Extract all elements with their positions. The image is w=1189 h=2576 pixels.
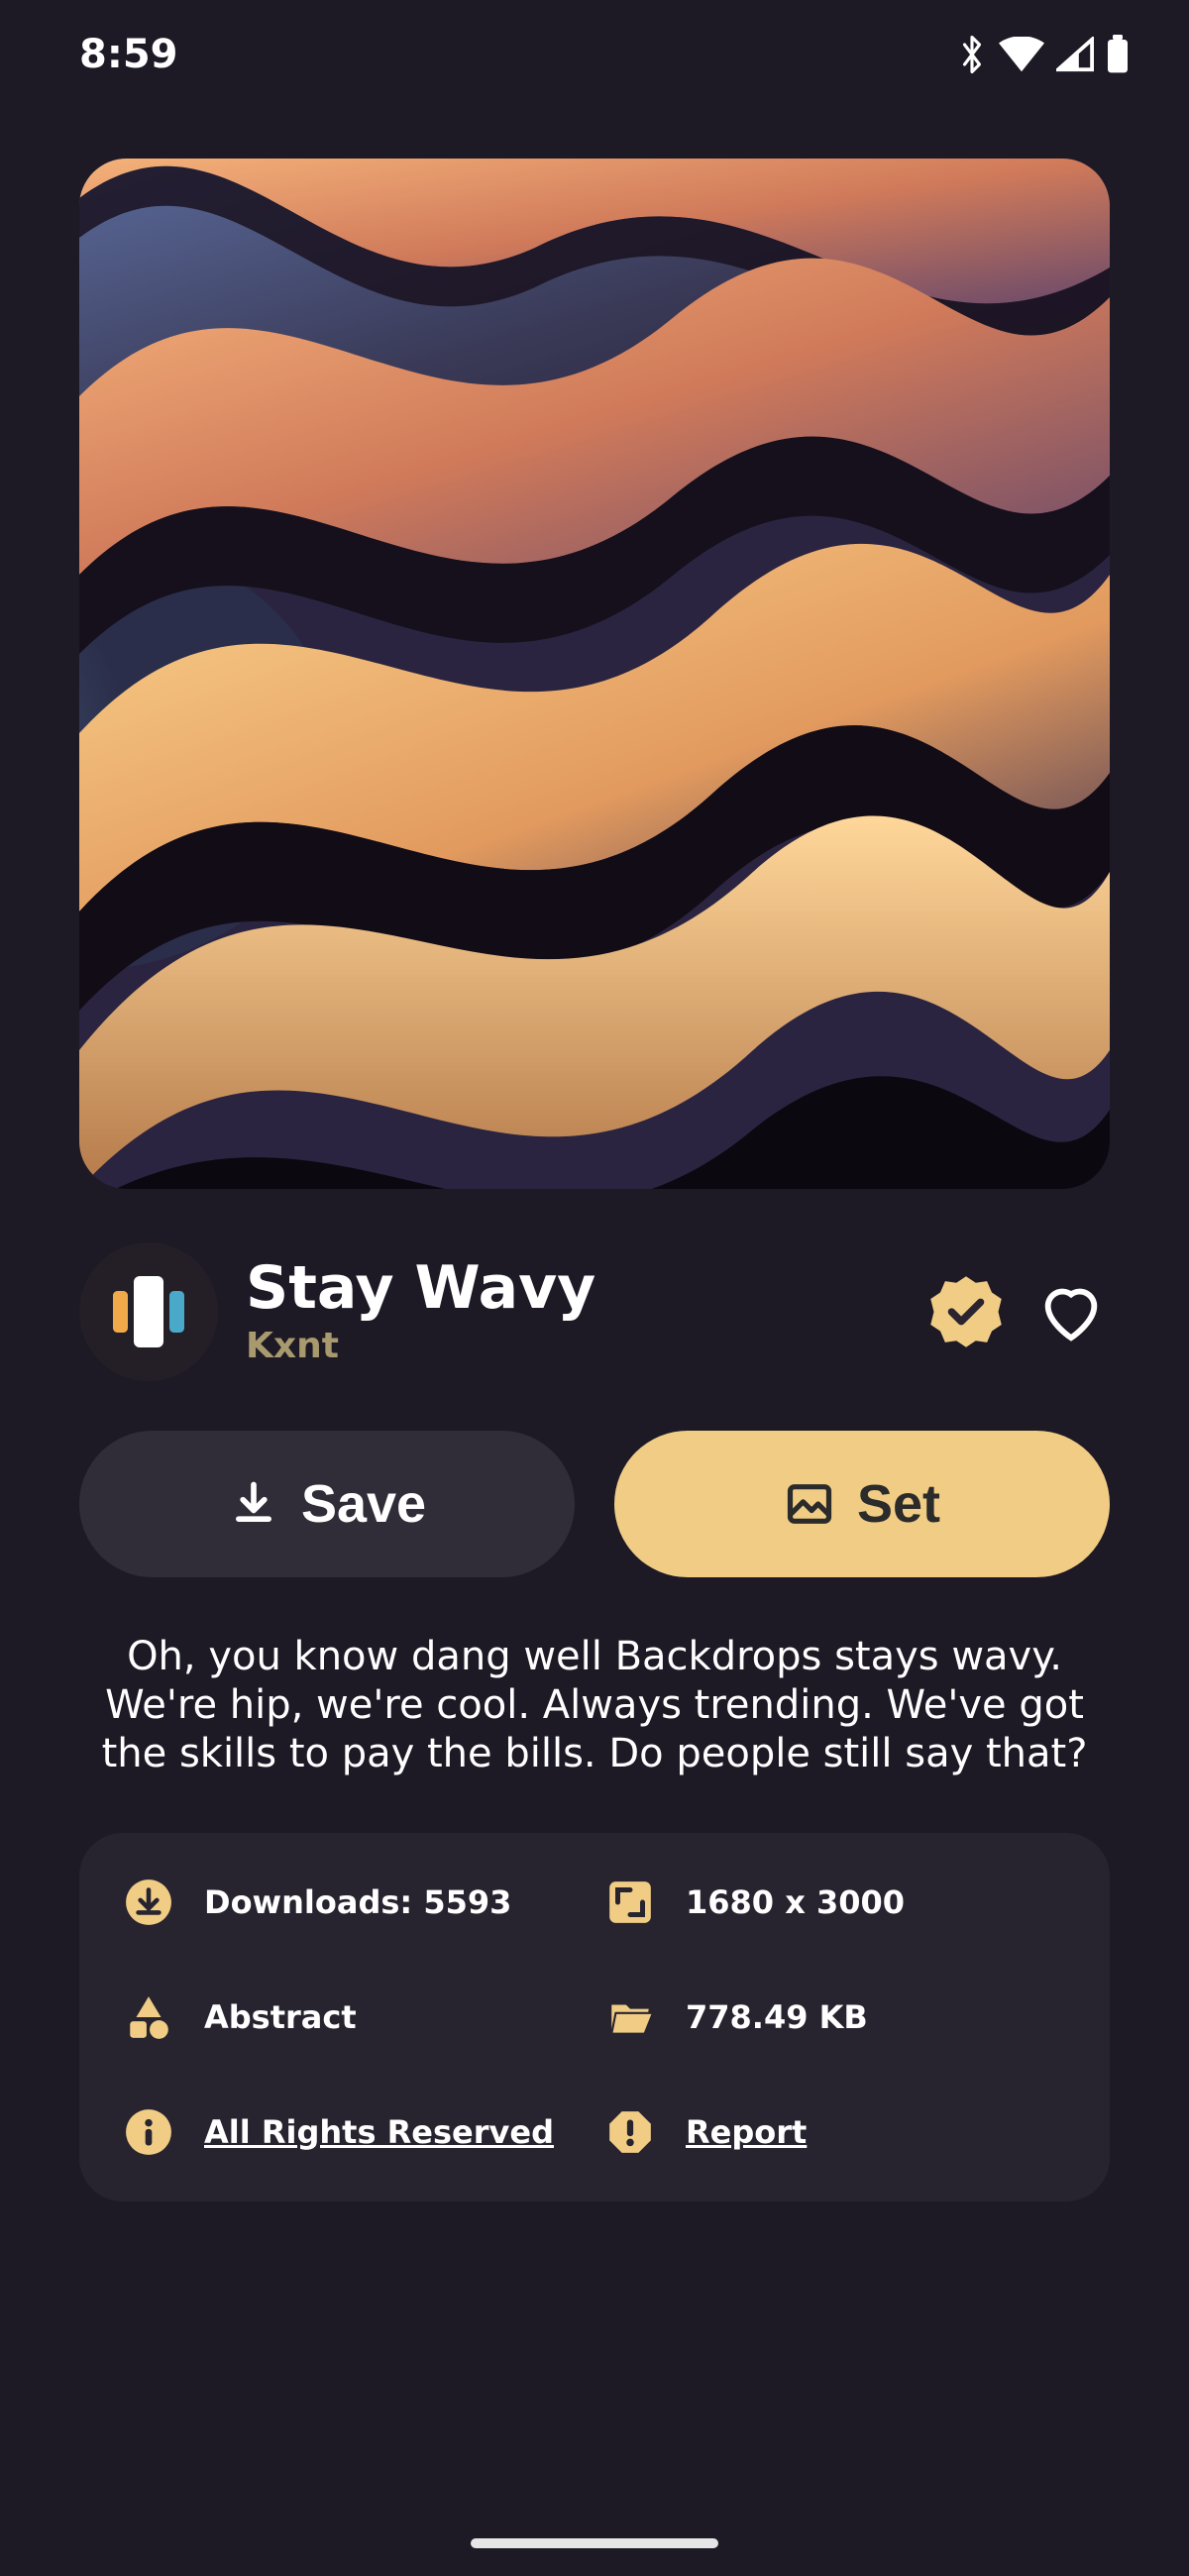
heart-icon: [1036, 1277, 1106, 1346]
category-value: Abstract: [204, 1998, 357, 2036]
verified-badge-icon: [927, 1273, 1005, 1350]
status-time: 8:59: [79, 32, 178, 77]
info-resolution: 1680 x 3000: [604, 1877, 1066, 1928]
image-icon: [784, 1478, 835, 1530]
set-button-label: Set: [857, 1473, 940, 1535]
info-license[interactable]: All Rights Reserved: [123, 2106, 585, 2158]
report-link[interactable]: Report: [686, 2113, 807, 2151]
gesture-bar[interactable]: [471, 2538, 718, 2548]
filesize-icon: [604, 1991, 656, 2043]
wallpaper-title: Stay Wavy: [246, 1257, 900, 1320]
wallpaper-author[interactable]: Kxnt: [246, 1326, 900, 1366]
resolution-value: 1680 x 3000: [686, 1883, 905, 1921]
signal-icon: [1056, 37, 1094, 72]
favorite-button[interactable]: [1032, 1273, 1110, 1350]
status-bar: 8:59: [0, 0, 1189, 109]
battery-icon: [1106, 35, 1130, 74]
save-button-label: Save: [301, 1473, 426, 1535]
wallpaper-description: Oh, you know dang well Backdrops stays w…: [69, 1633, 1120, 1779]
license-link[interactable]: All Rights Reserved: [204, 2113, 554, 2151]
app-logo-icon: [104, 1267, 193, 1356]
title-row: Stay Wavy Kxnt: [79, 1242, 1110, 1381]
bluetooth-icon: [957, 33, 987, 76]
download-icon: [228, 1478, 279, 1530]
status-icons: [957, 33, 1130, 76]
save-button[interactable]: Save: [79, 1431, 575, 1577]
info-panel: Downloads: 5593 1680 x 3000 Abstract 778…: [79, 1833, 1110, 2201]
info-downloads: Downloads: 5593: [123, 1877, 585, 1928]
info-icon: [123, 2106, 174, 2158]
downloads-icon: [123, 1877, 174, 1928]
info-category[interactable]: Abstract: [123, 1991, 585, 2043]
downloads-value: Downloads: 5593: [204, 1883, 511, 1921]
category-icon: [123, 1991, 174, 2043]
resolution-icon: [604, 1877, 656, 1928]
author-avatar[interactable]: [79, 1242, 218, 1381]
report-icon: [604, 2106, 656, 2158]
title-block: Stay Wavy Kxnt: [246, 1257, 900, 1366]
wifi-icon: [999, 37, 1044, 72]
info-report[interactable]: Report: [604, 2106, 1066, 2158]
info-filesize: 778.49 KB: [604, 1991, 1066, 2043]
filesize-value: 778.49 KB: [686, 1998, 868, 2036]
action-buttons: Save Set: [79, 1431, 1110, 1577]
wallpaper-preview[interactable]: [79, 159, 1110, 1189]
set-button[interactable]: Set: [614, 1431, 1110, 1577]
